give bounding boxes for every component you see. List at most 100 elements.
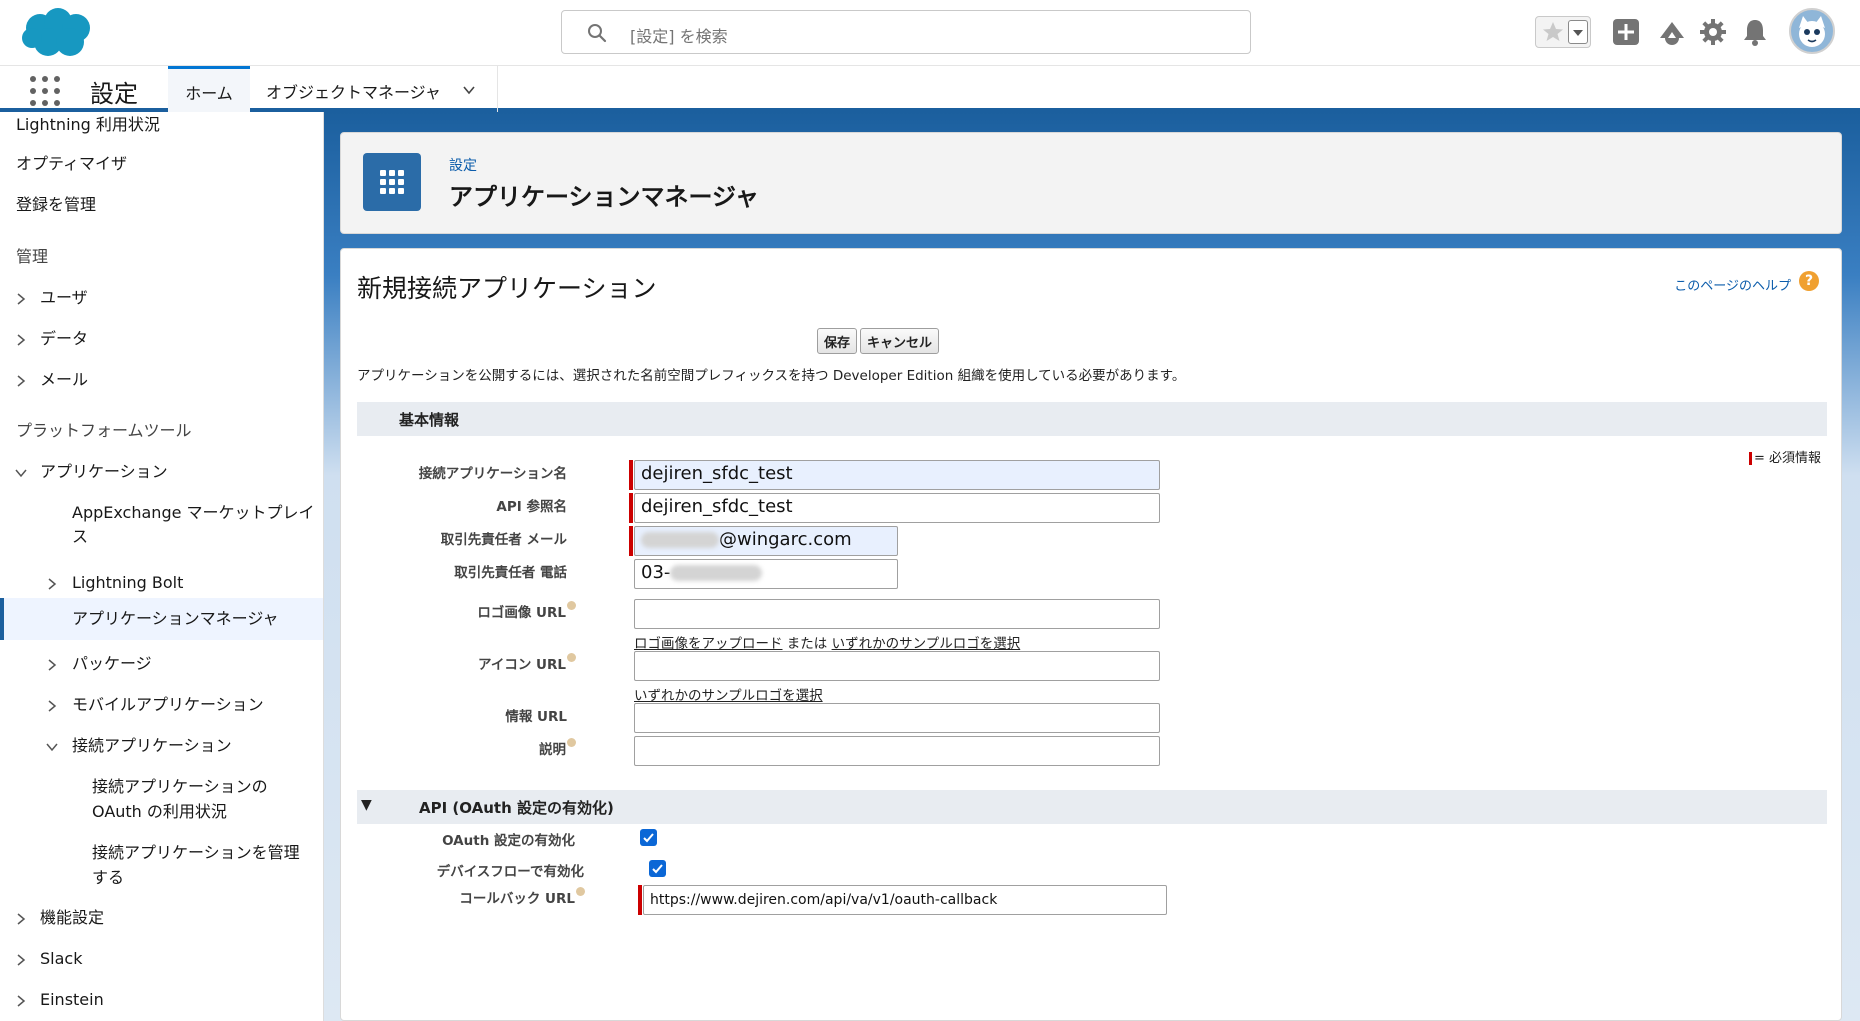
required-indicator: [638, 885, 642, 915]
required-indicator: [629, 460, 633, 490]
contact-phone-label: 取引先責任者 電話: [454, 565, 567, 581]
trailhead-icon[interactable]: [1656, 16, 1688, 48]
sidebar-item-email[interactable]: メール: [40, 367, 88, 392]
sidebar-item-manage-connected-apps[interactable]: 接続アプリケーションを管理: [92, 840, 300, 865]
section-basic-info-title: 基本情報: [399, 411, 460, 429]
callback-url-label-text: コールバック URL: [459, 891, 575, 907]
chevron-right-icon[interactable]: [14, 292, 28, 306]
chevron-down-icon[interactable]: [14, 466, 28, 480]
bell-icon[interactable]: [1739, 16, 1771, 48]
chevron-right-icon[interactable]: [14, 374, 28, 388]
chevron-right-icon[interactable]: [45, 658, 59, 672]
save-button[interactable]: 保存: [817, 328, 858, 354]
gear-icon[interactable]: [1697, 16, 1729, 48]
sidebar-item-feature-settings[interactable]: 機能設定: [40, 905, 104, 930]
description-input[interactable]: [634, 736, 1160, 766]
chevron-right-icon[interactable]: [45, 577, 59, 591]
sidebar-item-data[interactable]: データ: [40, 326, 88, 351]
sidebar-item-slack[interactable]: Slack: [40, 946, 82, 971]
salesforce-logo[interactable]: [18, 6, 98, 62]
chevron-right-icon[interactable]: [14, 953, 28, 967]
icon-url-input[interactable]: [634, 651, 1160, 681]
sidebar-item-packages[interactable]: パッケージ: [72, 651, 152, 676]
sidebar-item-mobile-apps[interactable]: モバイルアプリケーション: [72, 692, 264, 717]
app-manager-icon: [363, 153, 421, 211]
icon-url-label: アイコン URL: [478, 653, 576, 673]
description-label-text: 説明: [539, 742, 566, 758]
info-hint-icon[interactable]: [567, 601, 576, 610]
section-api-oauth-title: API (OAuth 設定の有効化): [419, 799, 614, 817]
section-basic-info: 基本情報: [357, 402, 1827, 436]
help-link[interactable]: このページのヘルプ: [1674, 275, 1791, 294]
required-legend: = 必須情報: [1748, 447, 1821, 466]
sidebar-item-users[interactable]: ユーザ: [40, 285, 88, 310]
sidebar-item-apps[interactable]: アプリケーション: [40, 459, 168, 484]
sidebar-item-optimizer[interactable]: オプティマイザ: [16, 151, 127, 176]
app-name-label: 接続アプリケーション名: [418, 466, 567, 482]
info-url-input[interactable]: [634, 703, 1160, 733]
callback-url-input[interactable]: https://www.dejiren.com/api/va/v1/oauth-…: [643, 885, 1167, 915]
info-hint-icon[interactable]: [567, 653, 576, 662]
app-name-input[interactable]: dejiren_sfdc_test: [634, 460, 1160, 490]
sidebar-item-einstein[interactable]: Einstein: [40, 987, 104, 1012]
favorites-dropdown-button[interactable]: [1568, 20, 1588, 44]
oauth-enable-label: OAuth 設定の有効化: [442, 833, 575, 849]
tab-home[interactable]: ホーム: [168, 66, 250, 112]
chevron-down-icon[interactable]: [461, 82, 477, 98]
description-label: 説明: [539, 738, 576, 758]
section-api-oauth[interactable]: ▼ API (OAuth 設定の有効化): [357, 790, 1827, 824]
logo-url-input[interactable]: [634, 599, 1160, 629]
setup-search-input[interactable]: [設定] を検索: [561, 10, 1251, 54]
sidebar-item-connected-apps-oauth-cont[interactable]: OAuth の利用状況: [92, 799, 227, 824]
app-launcher-icon[interactable]: [30, 76, 60, 106]
info-hint-icon[interactable]: [576, 887, 585, 896]
chevron-right-icon[interactable]: [45, 699, 59, 713]
new-connected-app-form: 新規接続アプリケーション このページのヘルプ ? 保存 キャンセル アプリケーシ…: [340, 248, 1842, 1021]
sidebar-item-manage-connected-apps-cont[interactable]: する: [92, 865, 124, 890]
required-legend-text: = 必須情報: [1753, 451, 1821, 466]
callback-url-label: コールバック URL: [459, 887, 585, 907]
logo-url-label-text: ロゴ画像 URL: [477, 605, 566, 621]
sidebar-item-manage-subscriptions[interactable]: 登録を管理: [16, 192, 96, 217]
app-nav-bar: 設定 ホーム オブジェクトマネージャ: [0, 66, 1860, 112]
sidebar-item-app-manager[interactable]: アプリケーションマネージャ: [72, 606, 279, 631]
icon-url-label-text: アイコン URL: [478, 657, 566, 673]
contact-phone-input[interactable]: 03-: [634, 559, 898, 589]
astro-avatar-icon: [1799, 16, 1825, 47]
logo-links: ロゴ画像をアップロード または いずれかのサンプルロゴを選択: [634, 632, 1020, 652]
tab-object-manager-label: オブジェクトマネージャ: [266, 83, 441, 102]
help-icon[interactable]: ?: [1799, 271, 1819, 291]
oauth-enable-checkbox[interactable]: [640, 829, 657, 846]
cancel-button[interactable]: キャンセル: [860, 328, 940, 354]
global-actions-icon[interactable]: [1610, 16, 1642, 48]
logo-upload-link[interactable]: ロゴ画像をアップロード: [634, 636, 783, 652]
required-indicator: [629, 526, 633, 556]
sidebar-item-appexchange-cont[interactable]: ス: [72, 524, 88, 549]
api-name-input[interactable]: dejiren_sfdc_test: [634, 493, 1160, 523]
contact-email-input[interactable]: @wingarc.com: [634, 526, 898, 556]
device-flow-checkbox[interactable]: [649, 860, 666, 877]
favorites-button[interactable]: [1535, 16, 1591, 48]
breadcrumb[interactable]: 設定: [449, 155, 477, 175]
contact-phone-prefix: 03-: [641, 562, 671, 583]
logo-url-label: ロゴ画像 URL: [477, 601, 576, 621]
chevron-right-icon[interactable]: [14, 994, 28, 1008]
chevron-down-icon[interactable]: [45, 740, 59, 754]
logo-sample-link[interactable]: いずれかのサンプルロゴを選択: [832, 636, 1021, 652]
sidebar-item-connected-apps[interactable]: 接続アプリケーション: [72, 733, 232, 758]
sidebar-item-appexchange[interactable]: AppExchange マーケットプレイ: [72, 500, 315, 525]
info-hint-icon[interactable]: [567, 738, 576, 747]
sidebar-item-lightning-usage[interactable]: Lightning 利用状況: [16, 112, 160, 137]
chevron-right-icon[interactable]: [14, 333, 28, 347]
contact-email-label: 取引先責任者 メール: [440, 532, 567, 548]
sidebar-item-lightning-bolt[interactable]: Lightning Bolt: [72, 570, 183, 595]
sidebar-item-connected-apps-oauth[interactable]: 接続アプリケーションの: [92, 774, 268, 799]
main-content: 設定 アプリケーションマネージャ 新規接続アプリケーション このページのヘルプ …: [324, 112, 1860, 1021]
user-avatar[interactable]: [1789, 8, 1835, 54]
icon-sample-link[interactable]: いずれかのサンプルロゴを選択: [634, 688, 823, 704]
chevron-right-icon[interactable]: [14, 912, 28, 926]
setup-sidebar: Lightning 利用状況 オプティマイザ 登録を管理 管理 ユーザ データ …: [0, 112, 324, 1021]
sidebar-section-platform-tools: プラットフォームツール: [16, 421, 192, 440]
tab-object-manager[interactable]: オブジェクトマネージャ: [250, 66, 498, 112]
section-toggle-icon[interactable]: ▼: [361, 797, 372, 813]
